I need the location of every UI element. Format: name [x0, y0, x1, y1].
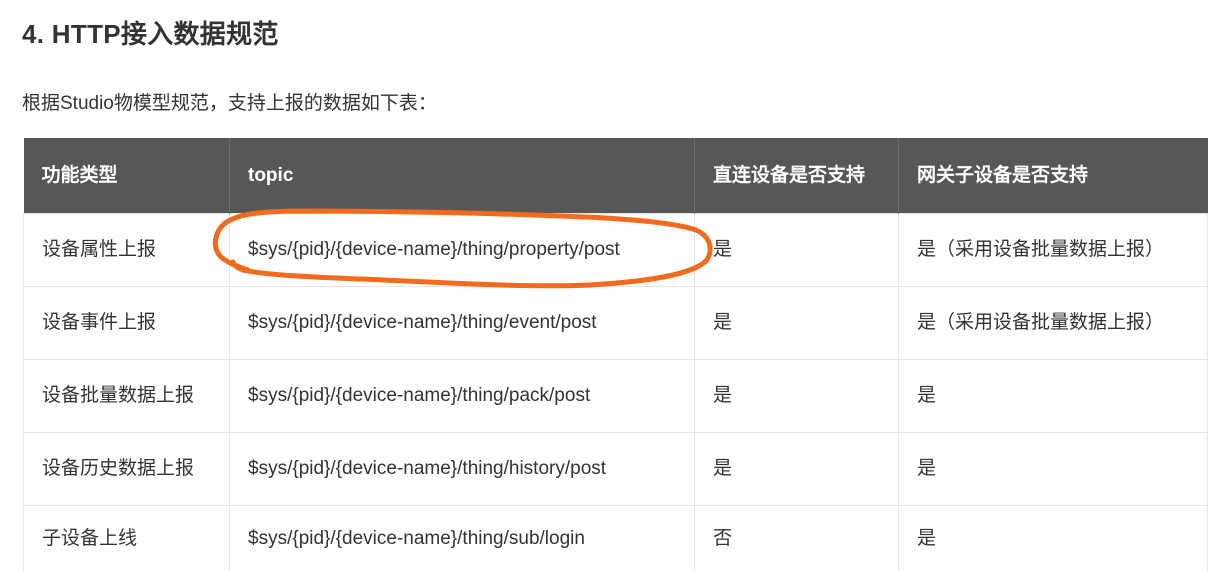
header-function-type: 功能类型 — [23, 138, 230, 214]
topic-cell: $sys/{pid}/{device-name}/thing/event/pos… — [229, 286, 695, 360]
gateway-support-cell: 是 — [898, 505, 1208, 571]
intro-text: 根据Studio物模型规范，支持上报的数据如下表： — [22, 93, 437, 114]
table-header-row: 功能类型 topic 直连设备是否支持 网关子设备是否支持 — [23, 138, 1208, 214]
gateway-support-cell: 是（采用设备批量数据上报） — [898, 213, 1208, 287]
direct-support-cell: 是 — [694, 286, 899, 360]
topic-cell: $sys/{pid}/{device-name}/thing/pack/post — [229, 359, 695, 433]
function-type-cell: 子设备上线 — [23, 505, 230, 571]
direct-support-cell: 是 — [694, 432, 899, 506]
header-direct-support: 直连设备是否支持 — [694, 138, 899, 214]
direct-support-cell: 是 — [694, 213, 899, 287]
direct-support-cell: 否 — [694, 505, 899, 571]
topic-cell: $sys/{pid}/{device-name}/thing/sub/login — [229, 505, 695, 571]
direct-support-cell: 是 — [694, 359, 899, 433]
function-type-cell: 设备历史数据上报 — [23, 432, 230, 506]
header-topic: topic — [229, 138, 695, 214]
table-row: 设备历史数据上报 $sys/{pid}/{device-name}/thing/… — [23, 432, 1208, 506]
table-row: 设备批量数据上报 $sys/{pid}/{device-name}/thing/… — [23, 359, 1208, 433]
gateway-support-cell: 是 — [898, 359, 1208, 433]
section-title: 4. HTTP接入数据规范 — [22, 19, 279, 49]
gateway-support-cell: 是（采用设备批量数据上报） — [898, 286, 1208, 360]
data-spec-table: 功能类型 topic 直连设备是否支持 网关子设备是否支持 设备属性上报 $sy… — [23, 138, 1208, 571]
topic-cell: $sys/{pid}/{device-name}/thing/history/p… — [229, 432, 695, 506]
function-type-cell: 设备属性上报 — [23, 213, 230, 287]
function-type-cell: 设备批量数据上报 — [23, 359, 230, 433]
topic-cell-property-post: $sys/{pid}/{device-name}/thing/property/… — [229, 213, 695, 287]
header-gateway-support: 网关子设备是否支持 — [898, 138, 1208, 214]
function-type-cell: 设备事件上报 — [23, 286, 230, 360]
table-row: 设备事件上报 $sys/{pid}/{device-name}/thing/ev… — [23, 286, 1208, 360]
table-row: 子设备上线 $sys/{pid}/{device-name}/thing/sub… — [23, 505, 1208, 571]
table-row: 设备属性上报 $sys/{pid}/{device-name}/thing/pr… — [23, 213, 1208, 287]
gateway-support-cell: 是 — [898, 432, 1208, 506]
